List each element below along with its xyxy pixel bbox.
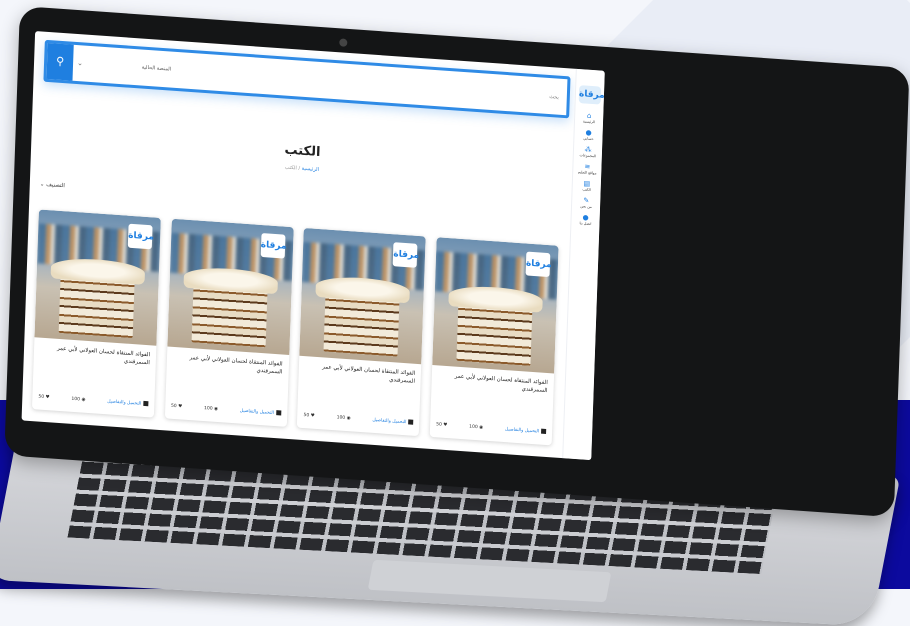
breadcrumb-current: الكتب	[284, 164, 297, 172]
laptop-screen: ⚲ ⌄ المنصة الحالية الكتب الرئيسية / الكت…	[21, 31, 605, 461]
search-input[interactable]	[196, 61, 562, 109]
chevron-down-icon: ⌄	[39, 181, 45, 188]
book-card[interactable]: مرقاة الفوائد المنتقاة لحسان العولاني لأ…	[429, 237, 559, 446]
book-cover-image: مرقاة	[167, 218, 294, 355]
download-icon	[275, 410, 282, 416]
breadcrumb-home[interactable]: الرئيسية	[302, 166, 319, 173]
book-title[interactable]: الفوائد المنتقاة لحسان العولاني لأبي عمر…	[437, 371, 548, 395]
brand-logo: مرقاة	[127, 223, 154, 250]
book-cover-image: مرقاة	[299, 227, 427, 365]
details-link[interactable]: التحميل والتفاصيل	[107, 398, 149, 407]
search-bar: ⚲ ⌄ المنصة الحالية	[43, 39, 571, 119]
likes-count: 50 ♥	[436, 421, 448, 428]
download-icon	[408, 419, 414, 425]
views-count: 100 ◉	[336, 414, 351, 421]
book-meta: 50 ♥ 100 ◉ التحميل والتفاصيل	[436, 419, 547, 437]
views-count: 100 ◉	[469, 424, 484, 431]
trackpad	[367, 559, 612, 603]
book-title[interactable]: الفوائد المنتقاة لحسان العولاني لأبي عمر…	[40, 344, 150, 368]
sidebar-item-about[interactable]: ✎ من نحن	[572, 196, 600, 210]
search-icon: ⚲	[55, 54, 65, 69]
camera-icon	[339, 38, 348, 47]
book-cards: مرقاة الفوائد المنتقاة لحسان العولاني لأ…	[31, 209, 559, 446]
likes-count: 50 ♥	[303, 412, 315, 419]
details-link[interactable]: التحميل والتفاصيل	[372, 417, 414, 426]
book-cover-image: مرقاة	[432, 237, 559, 374]
sidebar-item-sites[interactable]: ≡ مواقع التعليم	[573, 162, 601, 176]
sidebar-item-account[interactable]: ● حسابي	[574, 128, 602, 142]
breadcrumb-separator: /	[298, 165, 301, 172]
book-cover-image: مرقاة	[34, 209, 161, 346]
views-count: 100 ◉	[71, 396, 86, 403]
sidebar-item-books[interactable]: ▤ الكتب	[573, 179, 601, 193]
laptop-lid: ⚲ ⌄ المنصة الحالية الكتب الرئيسية / الكت…	[4, 6, 910, 518]
book-card[interactable]: مرقاة الفوائد المنتقاة لحسان العولاني لأ…	[297, 227, 427, 437]
views-count: 100 ◉	[203, 405, 219, 412]
book-title[interactable]: الفوائد المنتقاة لحسان العولاني لأبي عمر…	[172, 353, 282, 377]
details-link[interactable]: التحميل والتفاصيل	[505, 426, 547, 435]
filter-label: التصنيف	[46, 181, 65, 190]
search-button[interactable]: ⚲	[46, 42, 74, 81]
sidebar: مرقاة ⌂ الرئيسية ● حسابي ⁂ المجموعات ≡ مواقع…	[562, 68, 605, 461]
book-card[interactable]: مرقاة الفوائد المنتقاة لحسان العولاني لأ…	[164, 218, 294, 427]
book-title[interactable]: الفوائد المنتقاة لحسان العولاني لأبي عمر…	[305, 362, 415, 386]
scope-select[interactable]: المنصة الحالية	[80, 45, 171, 87]
sidebar-item-groups[interactable]: ⁂ المجموعات	[574, 145, 602, 159]
likes-count: 50 ♥	[38, 394, 50, 400]
brand-logo[interactable]: مرقاة	[578, 85, 605, 105]
details-link[interactable]: التحميل والتفاصيل	[240, 408, 282, 417]
book-card[interactable]: مرقاة الفوائد المنتقاة لحسان العولاني لأ…	[31, 209, 161, 418]
brand-logo: مرقاة	[392, 242, 419, 268]
book-meta: 50 ♥ 100 ◉ التحميل والتفاصيل	[303, 410, 414, 428]
book-meta: 50 ♥ 100 ◉ التحميل والتفاصيل	[38, 392, 149, 410]
download-icon	[143, 400, 149, 407]
sidebar-item-home[interactable]: ⌂ الرئيسية	[575, 111, 603, 125]
sidebar-item-contact[interactable]: ● اتصل بنا	[571, 213, 599, 227]
filter-dropdown[interactable]: ⌄ التصنيف	[40, 181, 65, 189]
book-meta: 50 ♥ 100 ◉ التحميل والتفاصيل	[170, 401, 282, 419]
likes-count: 50 ♥	[170, 403, 183, 410]
brand-logo: مرقاة	[260, 232, 287, 259]
download-icon	[540, 428, 547, 434]
brand-logo: مرقاة	[525, 251, 552, 278]
